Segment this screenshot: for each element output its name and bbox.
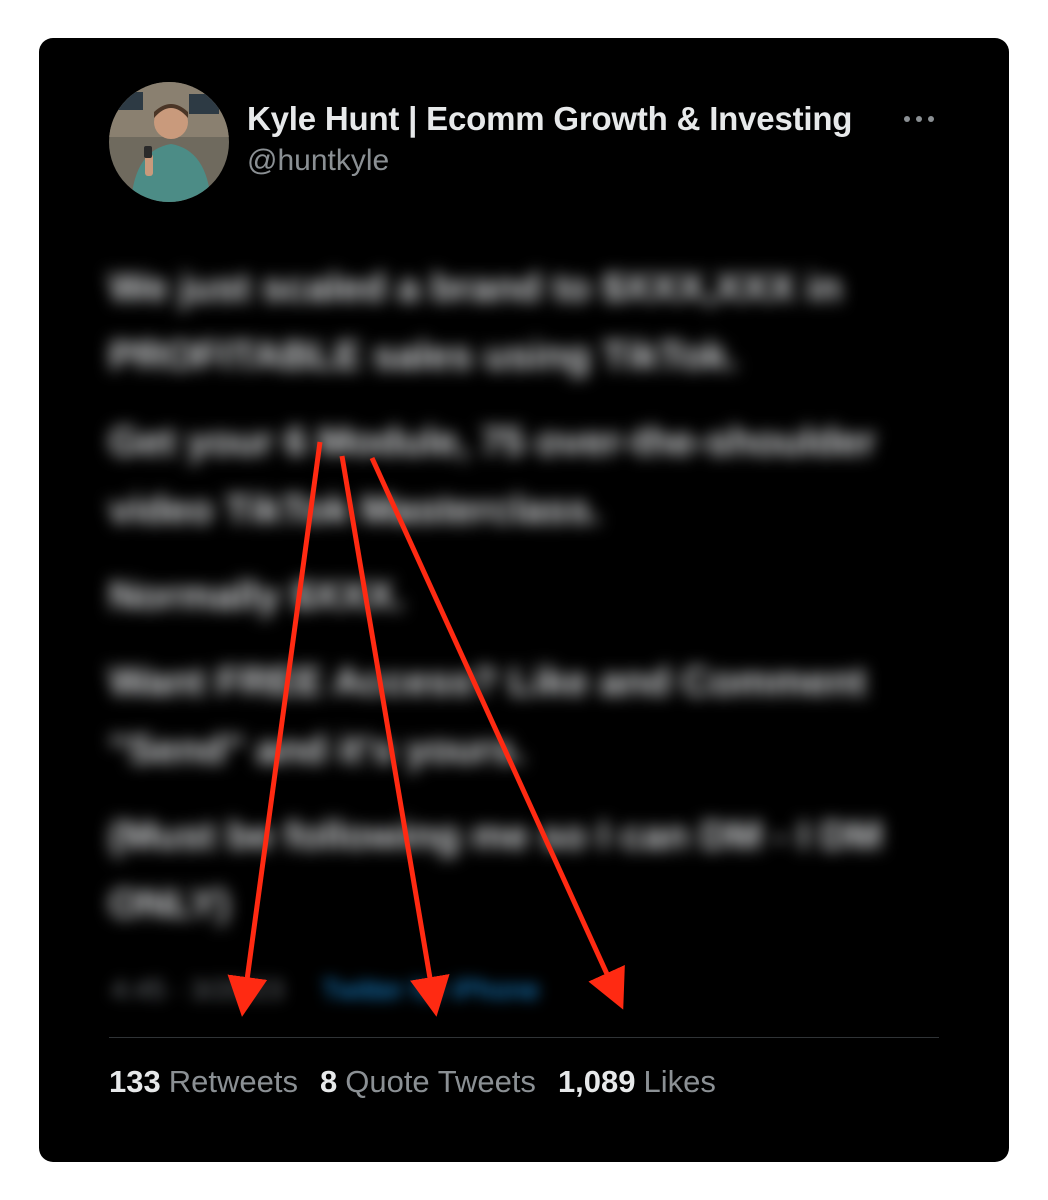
tweet-source-link[interactable]: Twitter for iPhone	[322, 974, 540, 1005]
tweet-text-blurred: We just scaled a brand to $XXX,XXX in PR…	[109, 254, 939, 956]
quote-tweets-stat[interactable]: 8 Quote Tweets	[320, 1064, 536, 1100]
avatar[interactable]	[109, 82, 229, 202]
engagement-stats: 133 Retweets 8 Quote Tweets 1,089 Likes	[109, 1064, 738, 1100]
avatar-image	[109, 82, 229, 202]
likes-stat[interactable]: 1,089 Likes	[558, 1064, 716, 1100]
tweet-timestamp: 4:45 · 3/20/23	[111, 974, 284, 1005]
likes-count: 1,089	[557, 1064, 636, 1099]
author-name[interactable]: Kyle Hunt | Ecomm Growth & Investing	[247, 100, 852, 138]
quote-tweets-label: Quote Tweets	[345, 1064, 536, 1099]
author-handle[interactable]: @huntkyle	[247, 144, 389, 178]
tweet-paragraph: Normally $XXX.	[109, 574, 405, 618]
more-options-icon[interactable]	[897, 104, 941, 134]
quote-tweets-count: 8	[319, 1064, 338, 1099]
divider	[109, 1037, 939, 1038]
retweets-stat[interactable]: 133 Retweets	[109, 1064, 298, 1100]
likes-label: Likes	[643, 1064, 716, 1099]
tweet-paragraph: Get your 6 Module, 75 over-the-shoulder …	[109, 420, 876, 532]
tweet-paragraph: We just scaled a brand to $XXX,XXX in PR…	[109, 266, 842, 378]
retweets-label: Retweets	[168, 1064, 298, 1099]
more-dot	[928, 116, 934, 122]
tweet-card: Kyle Hunt | Ecomm Growth & Investing @hu…	[39, 38, 1009, 1162]
more-dot	[904, 116, 910, 122]
tweet-paragraph: Want FREE Access? Like and Comment "Send…	[109, 660, 867, 772]
tweet-meta-blurred: 4:45 · 3/20/23 Twitter for iPhone	[111, 974, 539, 1006]
tweet-paragraph: (Must be following me so I can DM - I DM…	[109, 814, 883, 926]
retweets-count: 133	[109, 1064, 161, 1099]
more-dot	[916, 116, 922, 122]
